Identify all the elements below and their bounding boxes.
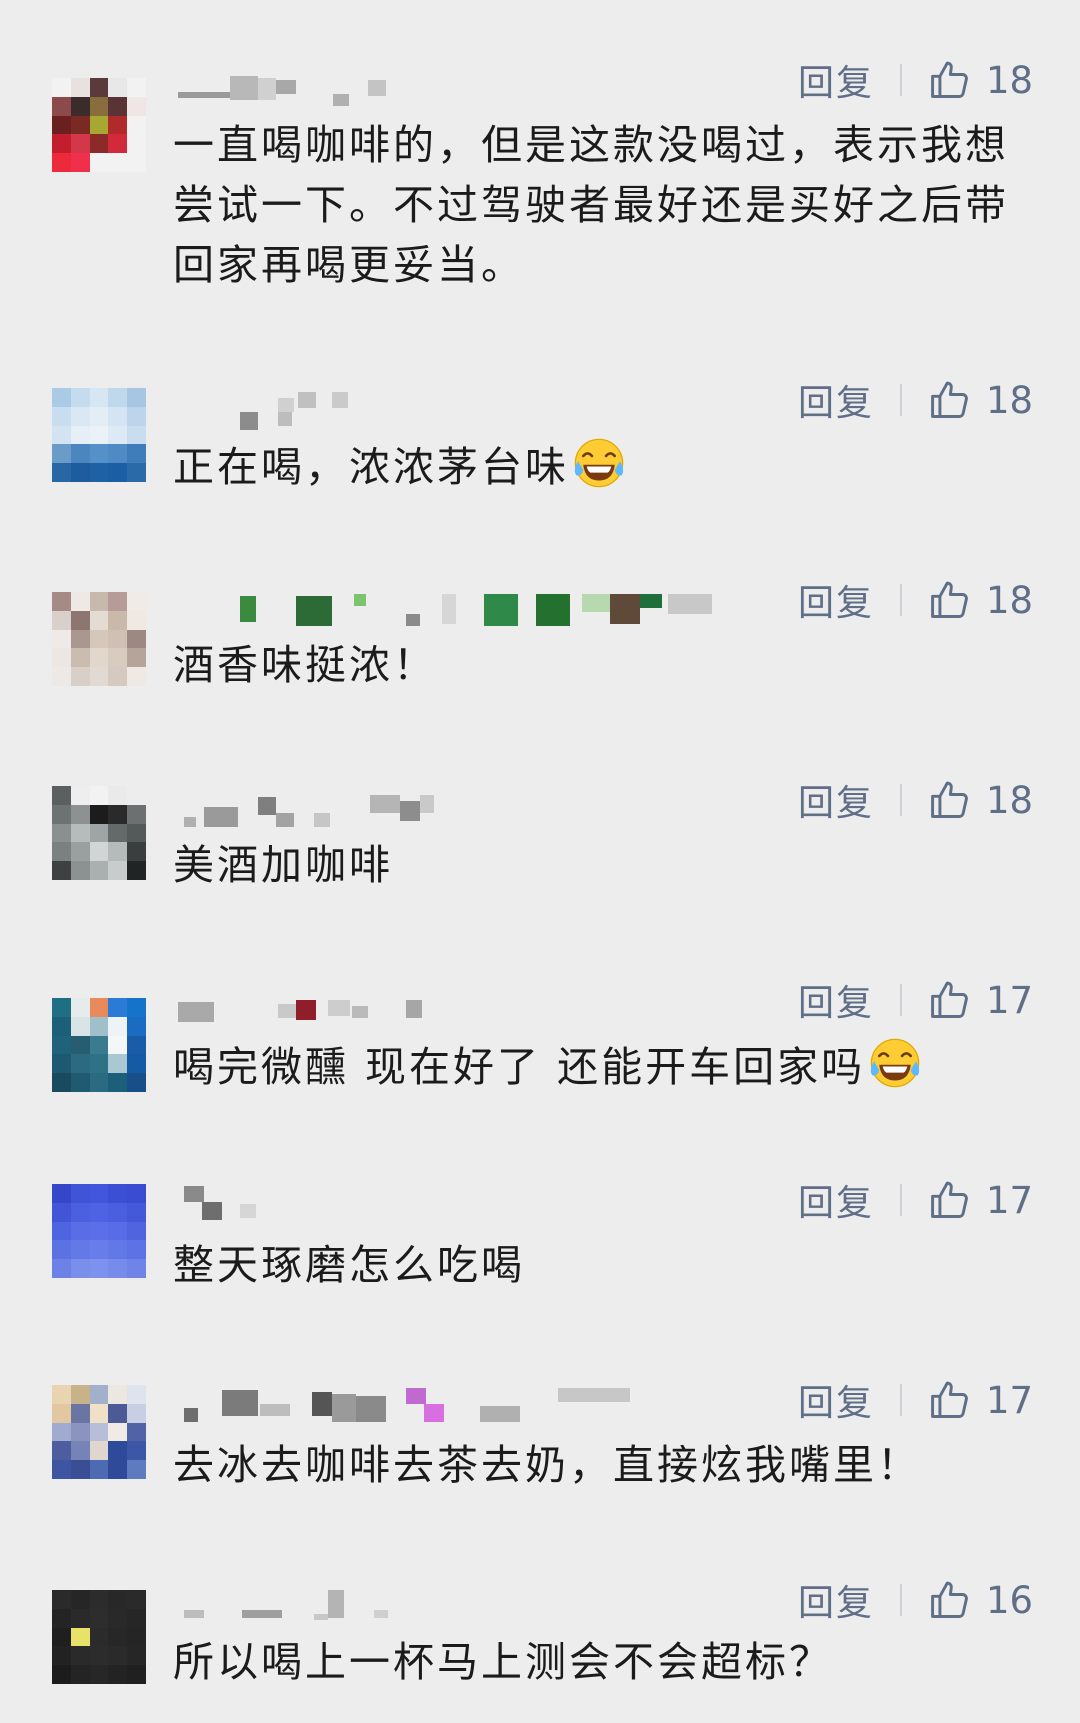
thumbs-up-icon: [931, 1181, 968, 1218]
avatar[interactable]: [52, 78, 146, 172]
comment-text-content: 正在喝，浓浓茅台味: [173, 443, 569, 491]
like-button[interactable]: 17: [928, 1178, 1033, 1222]
avatar[interactable]: [52, 786, 146, 880]
comment-actions: 回复 18: [798, 58, 1033, 105]
like-button[interactable]: 18: [928, 578, 1033, 622]
like-button[interactable]: 17: [928, 978, 1033, 1022]
avatar[interactable]: [52, 1385, 146, 1479]
comment-actions: 回复 17: [798, 978, 1033, 1025]
reply-button[interactable]: 回复: [798, 774, 874, 826]
like-count: 17: [986, 978, 1034, 1022]
divider: [900, 984, 903, 1016]
thumbs-up-icon: [931, 1381, 968, 1418]
comment-actions: 回复 18: [798, 378, 1033, 425]
tears-of-joy-emoji: [574, 438, 624, 488]
like-count: 17: [986, 1178, 1034, 1222]
comment-text: 整天琢磨怎么吃喝: [173, 1241, 525, 1289]
thumbs-up-icon: [931, 781, 968, 818]
like-button[interactable]: 16: [928, 1578, 1033, 1622]
like-button[interactable]: 18: [928, 778, 1033, 822]
reply-button[interactable]: 回复: [798, 54, 874, 106]
divider: [900, 784, 903, 816]
divider: [900, 1184, 903, 1216]
like-count: 16: [986, 1578, 1034, 1622]
like-button[interactable]: 18: [928, 378, 1033, 422]
divider: [900, 584, 903, 616]
reply-button[interactable]: 回复: [798, 1574, 874, 1626]
tears-of-joy-emoji: [870, 1038, 920, 1088]
like-count: 18: [986, 378, 1034, 422]
comment-text: 所以喝上一杯马上测会不会超标？: [173, 1638, 833, 1686]
like-button[interactable]: 17: [928, 1378, 1033, 1422]
comment-text: 美酒加咖啡: [173, 841, 393, 889]
comment-actions: 回复 18: [798, 578, 1033, 625]
comment-text: 去冰去咖啡去茶去奶，直接炫我嘴里！: [173, 1441, 921, 1489]
comment-actions: 回复 17: [798, 1178, 1033, 1225]
thumbs-up-icon: [931, 61, 968, 98]
divider: [900, 1584, 903, 1616]
avatar[interactable]: [52, 1590, 146, 1684]
like-button[interactable]: 18: [928, 58, 1033, 102]
comment-actions: 回复 16: [798, 1578, 1033, 1625]
reply-button[interactable]: 回复: [798, 1374, 874, 1426]
thumbs-up-icon: [931, 581, 968, 618]
like-count: 17: [986, 1378, 1034, 1422]
like-count: 18: [986, 778, 1034, 822]
divider: [900, 64, 903, 96]
comment-text-content: 喝完微醺 现在好了 还能开车回家吗: [173, 1043, 866, 1091]
thumbs-up-icon: [931, 1581, 968, 1618]
comment-actions: 回复 18: [798, 778, 1033, 825]
comment-text: 正在喝，浓浓茅台味: [173, 435, 1043, 497]
thumbs-up-icon: [931, 381, 968, 418]
reply-button[interactable]: 回复: [798, 1174, 874, 1226]
avatar[interactable]: [52, 998, 146, 1092]
thumbs-up-icon: [931, 981, 968, 1018]
reply-button[interactable]: 回复: [798, 374, 874, 426]
avatar[interactable]: [52, 388, 146, 482]
comment-text: 一直喝咖啡的，但是这款没喝过，表示我想尝试一下。不过驾驶者最好还是买好之后带回家…: [173, 121, 1009, 289]
comment-actions: 回复 17: [798, 1378, 1033, 1425]
avatar[interactable]: [52, 1184, 146, 1278]
comment-text: 酒香味挺浓！: [173, 641, 437, 689]
reply-button[interactable]: 回复: [798, 574, 874, 626]
divider: [900, 384, 903, 416]
reply-button[interactable]: 回复: [798, 974, 874, 1026]
comment-text: 喝完微醺 现在好了 还能开车回家吗: [173, 1035, 1043, 1097]
like-count: 18: [986, 58, 1034, 102]
like-count: 18: [986, 578, 1034, 622]
divider: [900, 1384, 903, 1416]
avatar[interactable]: [52, 592, 146, 686]
